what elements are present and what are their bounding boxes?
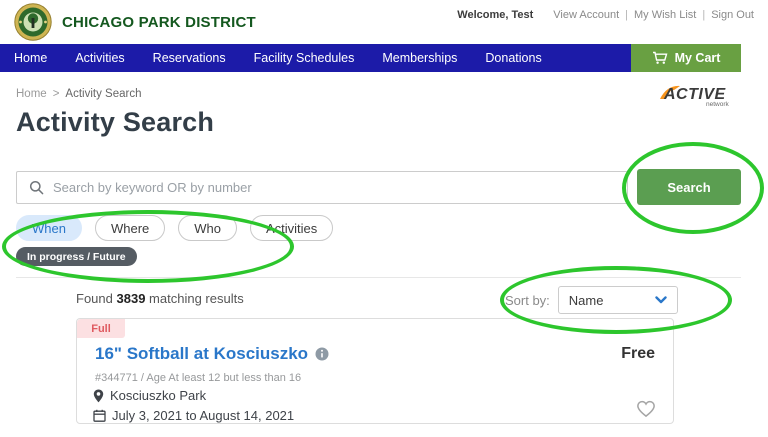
welcome-text: Welcome, Test xyxy=(457,9,534,21)
chevron-down-icon xyxy=(655,296,667,304)
site-header: CHICAGO PARK DISTRICT Welcome, Test View… xyxy=(0,0,768,44)
my-cart-button[interactable]: My Cart xyxy=(631,44,741,72)
activity-location: Kosciuszko Park xyxy=(110,388,207,403)
nav-item-home[interactable]: Home xyxy=(0,44,61,72)
nav-item-donations[interactable]: Donations xyxy=(471,44,555,72)
applied-filter-tag[interactable]: In progress / Future xyxy=(16,247,137,266)
results-count-text: Found 3839 matching results xyxy=(76,291,244,306)
wish-list-link[interactable]: My Wish List xyxy=(634,9,696,21)
brand-title[interactable]: CHICAGO PARK DISTRICT xyxy=(62,14,256,31)
main-nav: Home Activities Reservations Facility Sc… xyxy=(0,44,741,72)
section-divider xyxy=(16,277,741,278)
search-icon xyxy=(29,180,44,195)
nav-item-activities[interactable]: Activities xyxy=(61,44,138,72)
status-badge: Full xyxy=(77,319,125,338)
nav-item-reservations[interactable]: Reservations xyxy=(139,44,240,72)
link-separator: | xyxy=(702,9,706,21)
svg-text:network: network xyxy=(706,101,730,108)
filter-pill-who[interactable]: Who xyxy=(178,215,237,241)
page-title: Activity Search xyxy=(16,107,215,137)
filter-pill-when[interactable]: When xyxy=(16,215,82,241)
location-pin-icon xyxy=(93,389,104,402)
search-button[interactable]: Search xyxy=(637,169,741,205)
nav-item-facility-schedules[interactable]: Facility Schedules xyxy=(240,44,369,72)
search-box xyxy=(16,171,628,204)
breadcrumb-current: Activity Search xyxy=(65,88,142,100)
activity-dates: July 3, 2021 to August 14, 2021 xyxy=(112,408,295,423)
chicago-park-district-seal-logo[interactable] xyxy=(14,3,52,41)
sort-area: Sort by: Name xyxy=(505,286,678,314)
account-links: Welcome, Test View Account | My Wish Lis… xyxy=(457,9,754,21)
breadcrumb-home[interactable]: Home xyxy=(16,88,47,100)
my-cart-label: My Cart xyxy=(674,51,721,65)
breadcrumb: Home > Activity Search xyxy=(16,88,141,100)
activity-meta: #344771 / Age At least 12 but less than … xyxy=(95,372,302,384)
activity-title-link[interactable]: 16" Softball at Kosciuszko xyxy=(95,344,329,364)
nav-item-memberships[interactable]: Memberships xyxy=(368,44,471,72)
activity-location-row: Kosciuszko Park xyxy=(93,388,206,403)
sort-by-label: Sort by: xyxy=(505,292,550,308)
favorite-heart-icon[interactable] xyxy=(635,398,657,418)
active-network-logo: ACTIVE network xyxy=(660,85,730,108)
filter-pill-activities[interactable]: Activities xyxy=(250,215,334,241)
sign-out-link[interactable]: Sign Out xyxy=(711,9,754,21)
sort-dropdown-value: Name xyxy=(568,292,604,308)
sort-dropdown[interactable]: Name xyxy=(557,286,678,314)
breadcrumb-separator: > xyxy=(52,88,60,100)
info-icon[interactable] xyxy=(315,347,329,361)
filter-pills: When Where Who Activities xyxy=(16,215,334,241)
link-separator: | xyxy=(625,9,628,21)
activity-dates-row: July 3, 2021 to August 14, 2021 xyxy=(93,408,294,423)
activity-price: Free xyxy=(621,345,655,362)
cart-icon xyxy=(652,51,668,64)
filter-pill-where[interactable]: Where xyxy=(94,215,166,241)
activity-card: Full 16" Softball at Kosciuszko Free #34… xyxy=(76,318,674,424)
activity-search-page: CHICAGO PARK DISTRICT Welcome, Test View… xyxy=(0,0,768,437)
results-count: 3839 xyxy=(116,291,146,306)
calendar-icon xyxy=(93,409,106,422)
search-input[interactable] xyxy=(53,172,613,203)
view-account-link[interactable]: View Account xyxy=(553,9,619,21)
